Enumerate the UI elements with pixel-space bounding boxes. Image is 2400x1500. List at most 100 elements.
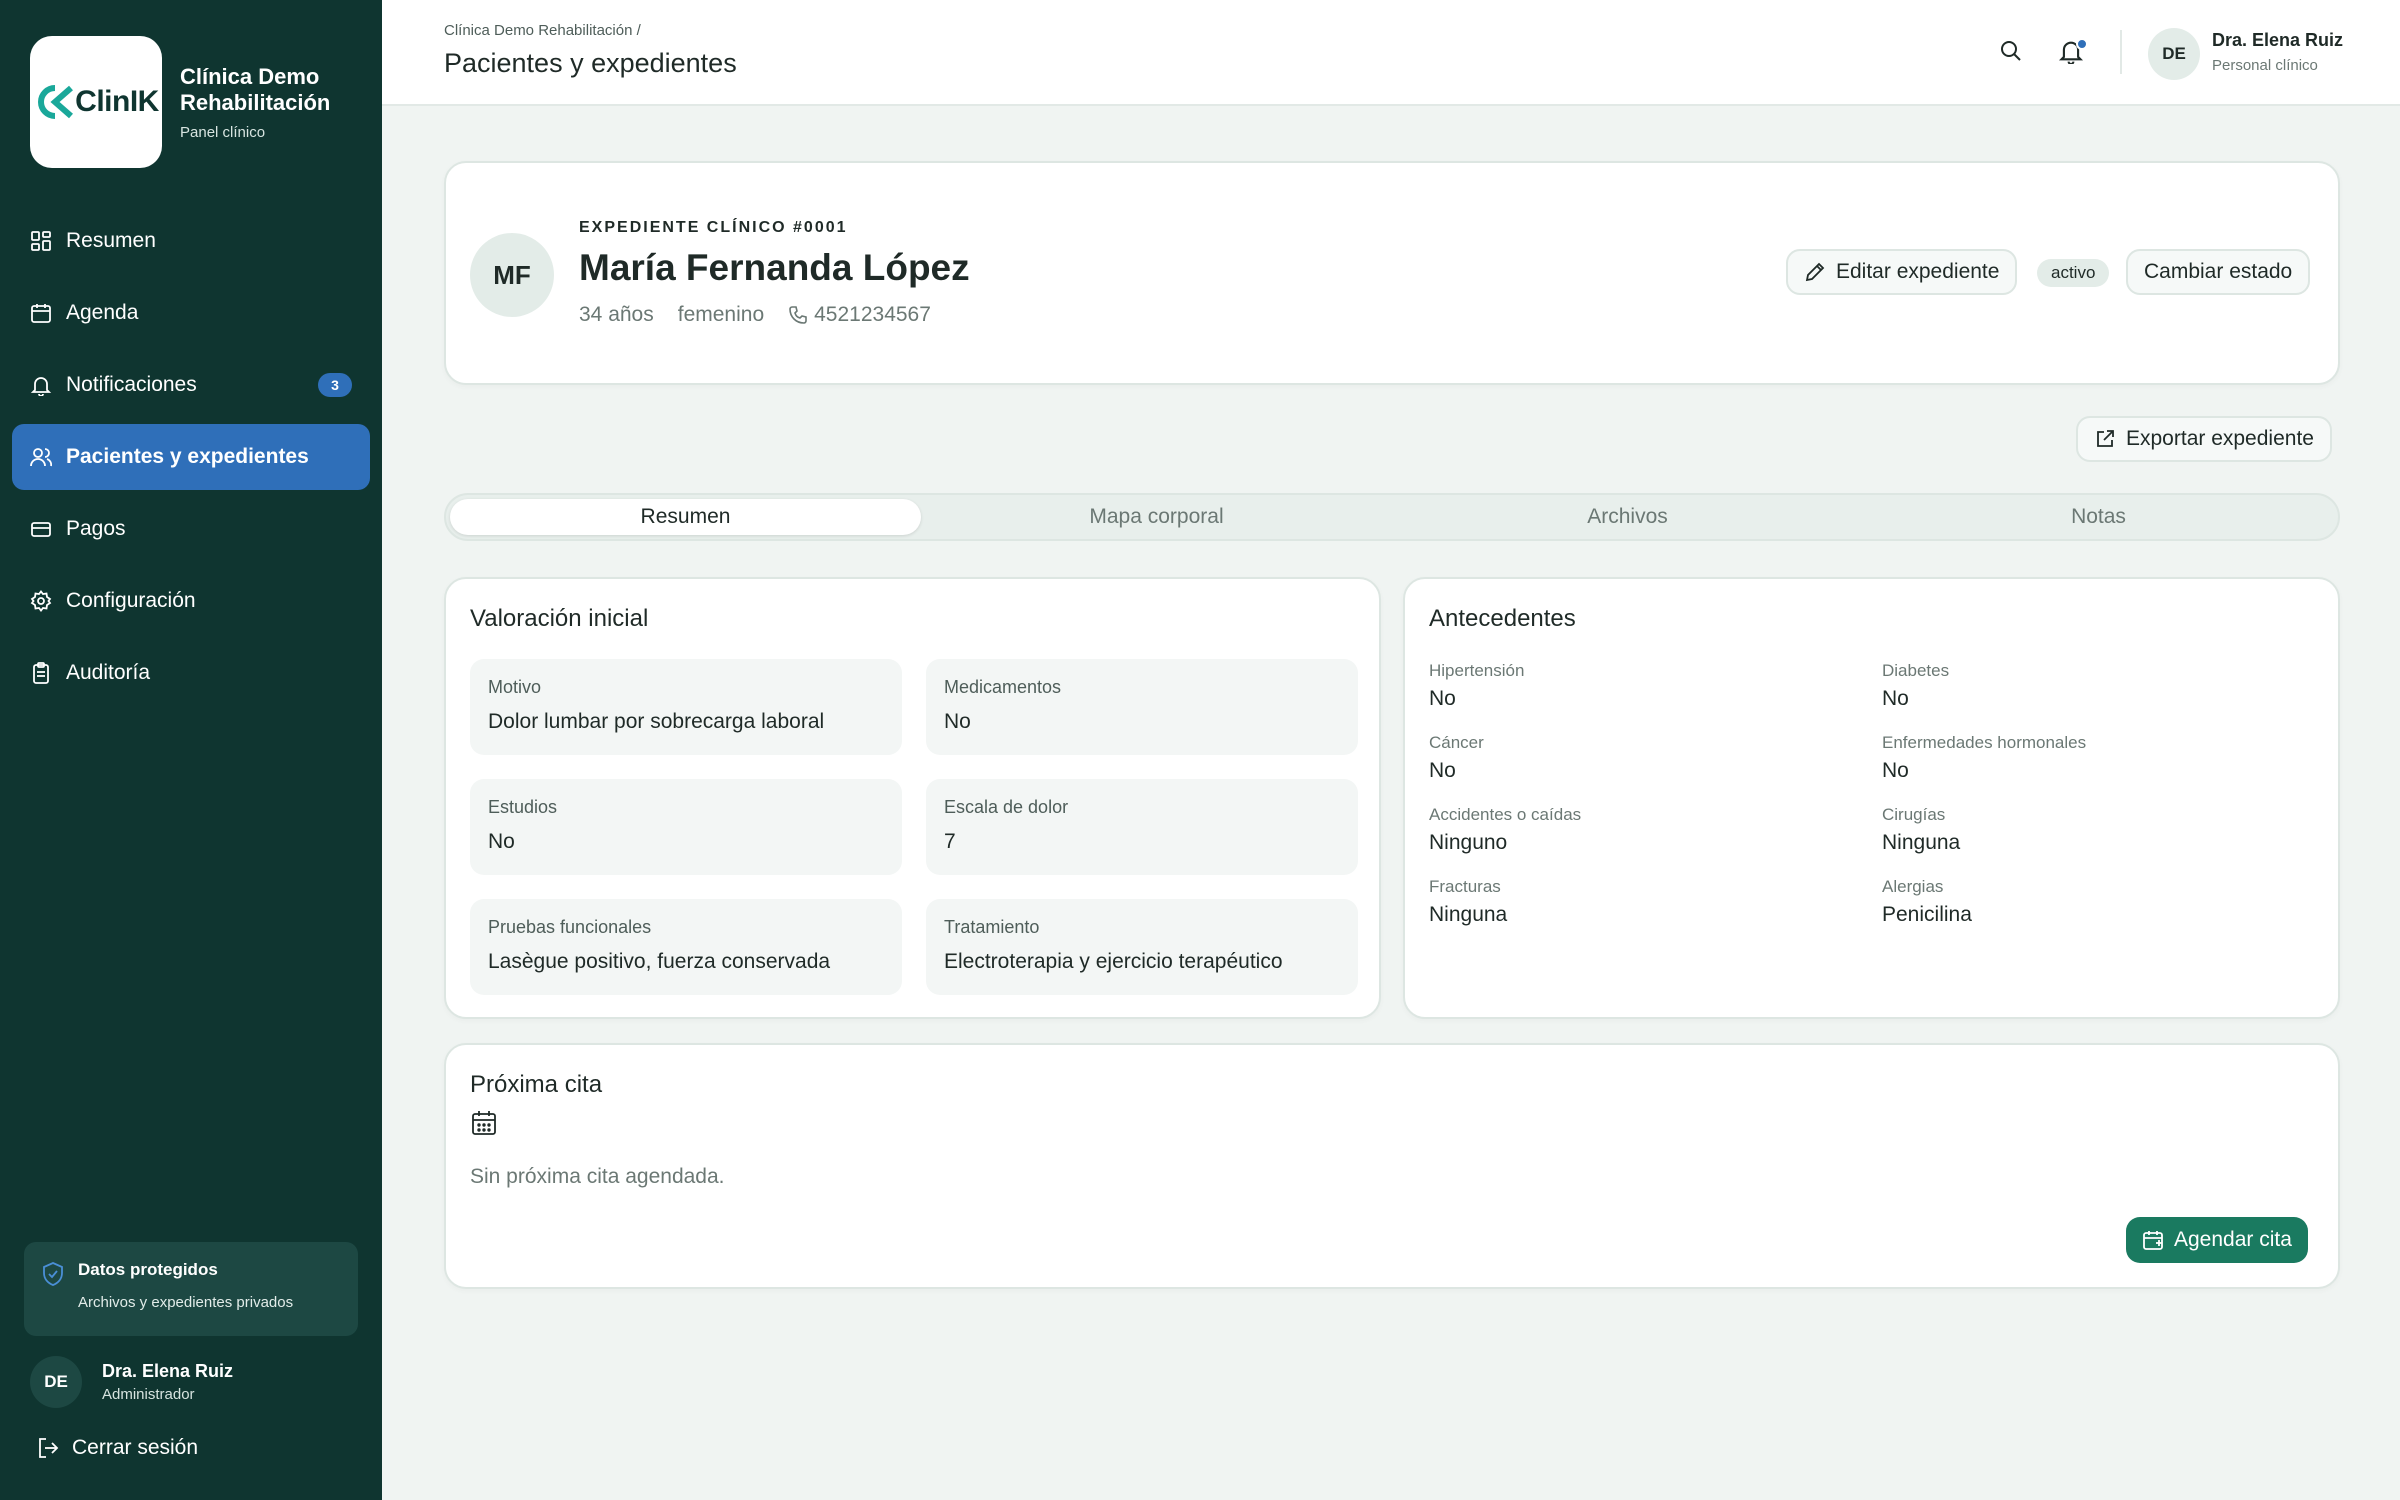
field-value: Ninguno (1429, 831, 1508, 854)
edit-record-label: Editar expediente (1836, 260, 2000, 283)
card-title: Valoración inicial (470, 605, 649, 632)
tab-archivos[interactable]: Archivos (1392, 499, 1863, 535)
patient-card: MF EXPEDIENTE CLÍNICO #0001 María Fernan… (444, 161, 2340, 385)
user-name: Dra. Elena Ruiz (2212, 30, 2344, 50)
bell-icon (30, 374, 52, 396)
page-title: Pacientes y expedientes (444, 48, 737, 78)
clinic-logo[interactable]: ClinIK (30, 36, 162, 168)
external-link-icon (2097, 430, 2114, 447)
top-header: Clínica Demo Rehabilitación / Pacientes … (382, 0, 2400, 106)
sidebar-item-label: Configuración (66, 589, 196, 612)
sidebar-item-pacientes[interactable]: Pacientes y expedientes (12, 424, 370, 490)
sidebar-item-label: Pagos (66, 517, 126, 540)
logout-button[interactable]: Cerrar sesión (36, 1436, 198, 1460)
record-tabs: Resumen Mapa corporal Archivos Notas (444, 493, 2340, 541)
export-record-button[interactable]: Exportar expediente (2076, 416, 2332, 462)
sidebar-item-label: Agenda (66, 301, 139, 324)
sidebar-item-agenda[interactable]: Agenda (12, 280, 370, 346)
logo-mark-icon (38, 85, 74, 119)
field-label: Tratamiento (944, 917, 1040, 937)
sidebar-item-resumen[interactable]: Resumen (12, 208, 370, 274)
tab-notas[interactable]: Notas (1863, 499, 2334, 535)
history-field: Hipertensión No (1429, 661, 1524, 711)
logo-text: ClinIK (75, 85, 159, 118)
user-role: Personal clínico (2212, 57, 2318, 74)
grid-icon (30, 230, 52, 252)
tab-mapa-corporal[interactable]: Mapa corporal (921, 499, 1392, 535)
card-title: Próxima cita (470, 1071, 603, 1098)
user-name: Dra. Elena Ruiz (102, 1361, 234, 1381)
shield-icon (42, 1262, 64, 1291)
sidebar-item-label: Notificaciones (66, 373, 197, 396)
breadcrumb[interactable]: Clínica Demo Rehabilitación / (444, 22, 641, 39)
field-label: Alergias (1882, 877, 1944, 896)
sidebar-item-notificaciones[interactable]: Notificaciones 3 (12, 352, 370, 418)
field-label: Motivo (488, 677, 542, 697)
field-label: Cáncer (1429, 733, 1484, 752)
assessment-field: Motivo Dolor lumbar por sobrecarga labor… (470, 659, 902, 755)
edit-record-button[interactable]: Editar expediente (1786, 249, 2018, 295)
field-value: Penicilina (1882, 903, 1972, 926)
patient-gender: femenino (677, 303, 765, 326)
field-value: No (944, 710, 971, 733)
field-value: No (1429, 759, 1456, 782)
assessment-field: Pruebas funcionales Lasègue positivo, fu… (470, 899, 902, 995)
sidebar-item-pagos[interactable]: Pagos (12, 496, 370, 562)
search-icon[interactable] (1998, 38, 2024, 69)
change-state-button[interactable]: Cambiar estado (2126, 249, 2311, 295)
sidebar: ClinIK Clínica Demo Rehabilitación Panel… (0, 0, 382, 1500)
field-label: Hipertensión (1429, 661, 1525, 680)
field-value: No (1882, 687, 1909, 710)
patient-phone-wrap: 4521234567 (788, 303, 955, 327)
field-value: No (1429, 687, 1456, 710)
history-field: Enfermedades hormonales No (1882, 733, 2086, 783)
brand: ClinIK Clínica Demo Rehabilitación Panel… (30, 36, 350, 168)
history-field: Cirugías Ninguna (1882, 805, 1960, 855)
users-icon (30, 446, 52, 468)
avatar[interactable]: DE (2148, 28, 2200, 80)
patient-avatar: MF (470, 233, 554, 317)
assessment-field: Estudios No (470, 779, 902, 875)
tab-resumen[interactable]: Resumen (450, 499, 921, 535)
logout-label: Cerrar sesión (72, 1436, 199, 1459)
history-field: Alergias Penicilina (1882, 877, 1972, 927)
sidebar-item-configuracion[interactable]: Configuración (12, 568, 370, 634)
schedule-appointment-button[interactable]: Agendar cita (2126, 1217, 2308, 1263)
history-field: Cáncer No (1429, 733, 1484, 783)
protected-title: Datos protegidos (78, 1260, 218, 1279)
patient-meta: 34 años femenino 4521234567 (579, 303, 979, 327)
field-value: Electroterapia y ejercicio terapéutico (944, 950, 1283, 973)
sidebar-item-auditoria[interactable]: Auditoría (12, 640, 370, 706)
sidebar-item-label: Resumen (66, 229, 156, 252)
phone-icon (789, 306, 807, 324)
notification-dot (2076, 38, 2088, 50)
user-role: Administrador (102, 1386, 195, 1403)
field-value: Lasègue positivo, fuerza conservada (488, 950, 831, 973)
field-label: Enfermedades hormonales (1882, 733, 2087, 752)
export-record-label: Exportar expediente (2126, 427, 2314, 450)
change-state-label: Cambiar estado (2144, 260, 2293, 283)
history-field: Diabetes No (1882, 661, 1949, 711)
assessment-field: Escala de dolor 7 (926, 779, 1358, 875)
patient-name: María Fernanda López (579, 247, 970, 288)
data-protected-notice: Datos protegidos Archivos y expedientes … (24, 1242, 358, 1336)
notification-count-badge: 3 (318, 373, 352, 397)
field-value: Ninguna (1882, 831, 1961, 854)
sidebar-user[interactable]: DE Dra. Elena Ruiz Administrador (30, 1356, 233, 1408)
sidebar-item-label: Auditoría (66, 661, 151, 684)
calendar-plus-icon (2143, 1231, 2163, 1250)
history-field: Fracturas Ninguna (1429, 877, 1507, 927)
sidebar-nav: Resumen Agenda Notificaciones 3 Paciente… (12, 208, 370, 712)
clipboard-icon (30, 662, 52, 684)
field-label: Accidentes o caídas (1429, 805, 1582, 824)
initial-assessment-card: Valoración inicial Motivo Dolor lumbar p… (444, 577, 1381, 1019)
medical-history-card: Antecedentes Hipertensión No Diabetes No… (1403, 577, 2340, 1019)
gear-icon (30, 590, 52, 612)
assessment-field: Medicamentos No (926, 659, 1358, 755)
field-value: Dolor lumbar por sobrecarga laboral (488, 710, 825, 733)
field-value: No (488, 830, 515, 853)
field-value: 7 (944, 830, 956, 853)
field-label: Medicamentos (944, 677, 1062, 697)
status-badge: activo (2037, 259, 2110, 287)
empty-appointment-text: Sin próxima cita agendada. (470, 1165, 725, 1188)
